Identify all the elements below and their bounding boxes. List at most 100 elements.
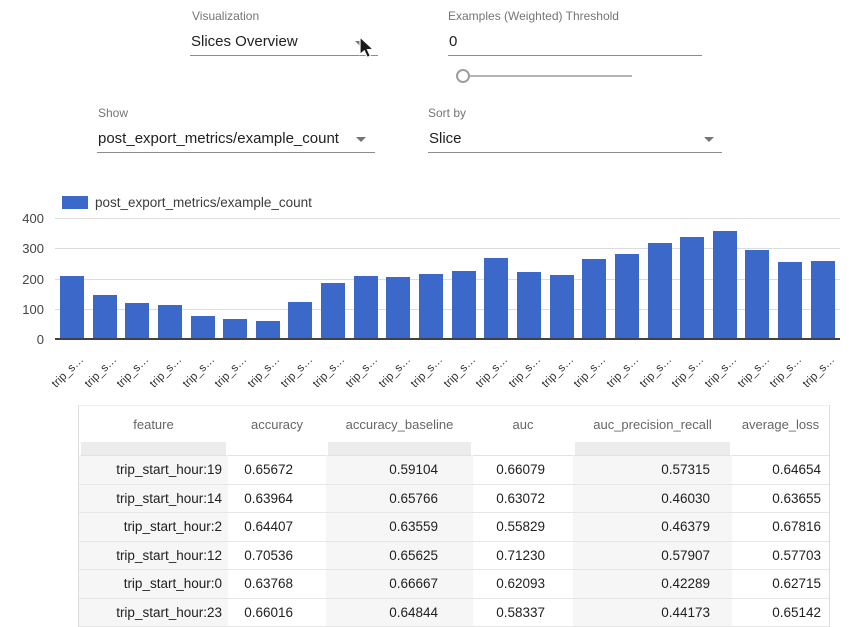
- bar[interactable]: [615, 254, 639, 338]
- bar[interactable]: [419, 274, 443, 338]
- metric-cell: 0.62093: [473, 570, 573, 599]
- x-tick-label: trip_s…: [82, 354, 119, 391]
- bar[interactable]: [680, 237, 704, 338]
- show-underline: [97, 152, 375, 153]
- bar[interactable]: [158, 305, 182, 338]
- threshold-input[interactable]: 0: [449, 33, 457, 50]
- x-tick-label: trip_s…: [540, 354, 577, 391]
- x-tick-label: trip_s…: [605, 354, 642, 391]
- bar[interactable]: [191, 316, 215, 338]
- bar[interactable]: [550, 275, 574, 338]
- bar[interactable]: [125, 303, 149, 338]
- mouse-cursor: [356, 36, 378, 60]
- bar[interactable]: [484, 258, 508, 338]
- table-row[interactable]: trip_start_hour:120.705360.656250.712300…: [79, 542, 829, 571]
- sort-by-label: Sort by: [428, 106, 466, 120]
- table-row[interactable]: trip_start_hour:230.660160.648440.583370…: [79, 599, 829, 627]
- x-tick-label: trip_s…: [703, 354, 740, 391]
- bar[interactable]: [386, 277, 410, 338]
- filter-cell: [732, 442, 829, 456]
- x-tick-label: trip_s…: [670, 354, 707, 391]
- feature-cell: trip_start_hour:23: [79, 599, 228, 627]
- column-header-auc[interactable]: auc: [473, 406, 573, 442]
- bar[interactable]: [321, 283, 345, 338]
- bar[interactable]: [778, 262, 802, 338]
- bar[interactable]: [452, 271, 476, 338]
- x-tick-label: trip_s…: [801, 354, 838, 391]
- bar[interactable]: [648, 243, 672, 338]
- metric-cell: 0.71230: [473, 542, 573, 571]
- x-tick-label: trip_s…: [637, 354, 674, 391]
- bar[interactable]: [288, 302, 312, 338]
- column-header-average_loss[interactable]: average_loss: [732, 406, 829, 442]
- show-dropdown[interactable]: post_export_metrics/example_count: [98, 130, 339, 147]
- metric-cell: 0.59104: [326, 456, 473, 485]
- column-header-accuracy_baseline[interactable]: accuracy_baseline: [326, 406, 473, 442]
- bar[interactable]: [93, 295, 117, 338]
- metric-cell: 0.62715: [732, 570, 829, 599]
- metric-cell: 0.63072: [473, 485, 573, 514]
- metric-cell: 0.66079: [473, 456, 573, 485]
- column-header-feature[interactable]: feature: [79, 406, 228, 442]
- threshold-slider-track[interactable]: [463, 75, 632, 77]
- metric-cell: 0.64844: [326, 599, 473, 627]
- filter-cell: [228, 442, 326, 456]
- metric-cell: 0.44173: [573, 599, 732, 627]
- bar[interactable]: [517, 272, 541, 338]
- visualization-label: Visualization: [192, 9, 259, 23]
- metric-cell: 0.57703: [732, 542, 829, 571]
- x-tick-label: trip_s…: [180, 354, 217, 391]
- x-tick-label: trip_s…: [735, 354, 772, 391]
- bar[interactable]: [223, 319, 247, 338]
- x-tick-label: trip_s…: [50, 354, 87, 391]
- sort-by-dropdown[interactable]: Slice: [429, 130, 462, 147]
- metric-cell: 0.65625: [326, 542, 473, 571]
- metric-cell: 0.46030: [573, 485, 732, 514]
- table-row[interactable]: trip_start_hour:190.656720.591040.660790…: [79, 456, 829, 485]
- y-tick-label: 0: [10, 331, 44, 349]
- feature-cell: trip_start_hour:2: [79, 513, 228, 542]
- y-tick-label: 300: [10, 240, 44, 258]
- y-tick-label: 100: [10, 301, 44, 319]
- chevron-down-icon[interactable]: [704, 137, 714, 142]
- x-tick-label: trip_s…: [442, 354, 479, 391]
- x-tick-label: trip_s…: [311, 354, 348, 391]
- x-tick-label: trip_s…: [278, 354, 315, 391]
- bar[interactable]: [60, 276, 84, 338]
- sort-by-underline: [428, 152, 722, 153]
- metric-cell: 0.66016: [228, 599, 326, 627]
- bar[interactable]: [713, 231, 737, 338]
- chevron-down-icon[interactable]: [356, 137, 366, 142]
- metric-cell: 0.42289: [573, 570, 732, 599]
- bar[interactable]: [811, 261, 835, 338]
- filter-cell: [79, 442, 228, 456]
- filter-cell: [326, 442, 473, 456]
- bar[interactable]: [256, 321, 280, 338]
- threshold-slider-thumb[interactable]: [456, 69, 470, 83]
- bar[interactable]: [582, 259, 606, 338]
- column-header-accuracy[interactable]: accuracy: [228, 406, 326, 442]
- table-row[interactable]: trip_start_hour:00.637680.666670.620930.…: [79, 570, 829, 599]
- metric-cell: 0.66667: [326, 570, 473, 599]
- table-row[interactable]: trip_start_hour:20.644070.635590.558290.…: [79, 513, 829, 542]
- x-tick-label: trip_s…: [115, 354, 152, 391]
- feature-cell: trip_start_hour:0: [79, 570, 228, 599]
- filter-cell: [573, 442, 732, 456]
- bar-series: [55, 207, 840, 338]
- metric-cell: 0.63768: [228, 570, 326, 599]
- threshold-underline: [448, 55, 702, 56]
- metric-cell: 0.65766: [326, 485, 473, 514]
- x-tick-label: trip_s…: [572, 354, 609, 391]
- column-header-auc_precision_recall[interactable]: auc_precision_recall: [573, 406, 732, 442]
- x-tick-label: trip_s…: [344, 354, 381, 391]
- bar[interactable]: [354, 276, 378, 338]
- y-tick-label: 400: [10, 210, 44, 228]
- metric-cell: 0.46379: [573, 513, 732, 542]
- metric-cell: 0.64654: [732, 456, 829, 485]
- bar[interactable]: [745, 250, 769, 338]
- table-row[interactable]: trip_start_hour:140.639640.657660.630720…: [79, 485, 829, 514]
- metric-cell: 0.65672: [228, 456, 326, 485]
- visualization-underline: [190, 55, 378, 56]
- show-label: Show: [98, 106, 128, 120]
- visualization-dropdown[interactable]: Slices Overview: [191, 33, 298, 50]
